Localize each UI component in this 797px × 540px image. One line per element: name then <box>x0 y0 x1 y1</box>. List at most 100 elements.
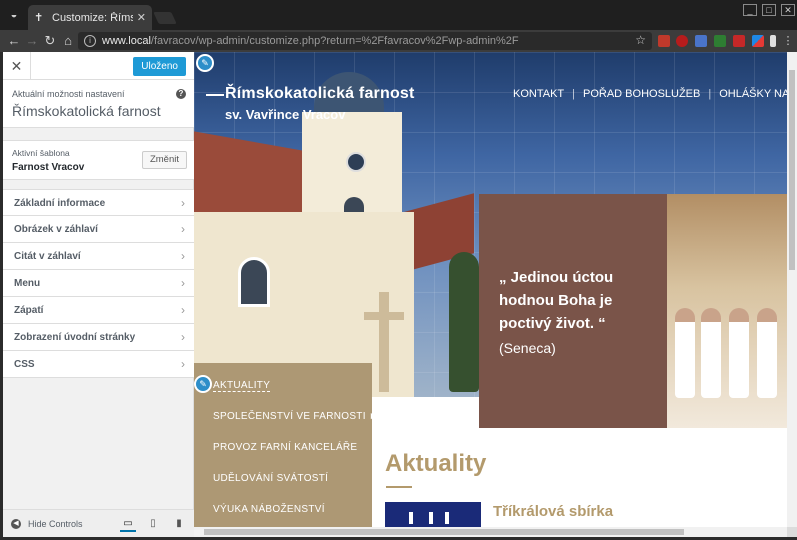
section-label: CSS <box>14 359 35 370</box>
reload-icon[interactable]: ↻ <box>42 33 58 49</box>
nav-item-services[interactable]: POŘAD BOHOSLUŽEB <box>583 88 700 100</box>
nav-separator: | <box>708 88 712 100</box>
sidebar-footer: ◀ Hide Controls ▭ ▯ ▮ <box>3 509 194 537</box>
address-bar[interactable]: i www.local /favracov/wp-admin/customize… <box>78 32 652 50</box>
back-arrow-icon[interactable]: ← <box>6 33 22 49</box>
incognito-icon: ◒ <box>10 9 18 21</box>
info-label: Aktuální možnosti nastavení <box>12 89 125 99</box>
site-title[interactable]: Římskokatolická farnost <box>225 85 415 103</box>
tablet-preview-icon[interactable]: ▯ <box>145 516 161 532</box>
nav-separator: | <box>572 88 575 100</box>
customizer-info: Aktuální možnosti nastavení Římskokatoli… <box>3 80 194 128</box>
cursor-extension-icon[interactable] <box>770 35 776 47</box>
url-host: www.local <box>102 35 151 47</box>
extension-icon[interactable] <box>714 35 726 47</box>
nav-item-announcements[interactable]: OHLÁŠKY NA TÝ <box>719 88 787 100</box>
thumb-figure <box>445 512 449 524</box>
section-menus[interactable]: Menu › <box>3 270 194 297</box>
url-path: /favracov/wp-admin/customize.php?return=… <box>150 35 519 47</box>
customizer-sections: Základní informace › Obrázek v záhlaví › C… <box>3 189 194 378</box>
new-tab-button[interactable] <box>153 12 177 24</box>
bookmark-star-icon[interactable]: ☆ <box>635 33 646 47</box>
horizontal-scrollbar[interactable] <box>194 527 787 537</box>
extension-icon[interactable] <box>752 35 764 47</box>
tab-strip: ◒ ✝ Customize: Římskokatolická farnost ✕… <box>0 0 797 30</box>
cross-image <box>379 292 389 392</box>
menu-item-sacraments[interactable]: UDĚLOVÁNÍ SVÁTOSTÍ <box>194 473 372 504</box>
clock-image <box>346 152 366 172</box>
section-label: Obrázek v záhlaví <box>14 224 98 235</box>
section-label: Základní informace <box>14 198 106 209</box>
chevron-right-icon: › <box>181 222 185 236</box>
quote-author: (Seneca) <box>499 340 556 356</box>
heading-underline <box>386 486 412 488</box>
section-label: Citát v záhlaví <box>14 251 81 262</box>
close-customizer-icon[interactable]: ✕ <box>3 52 31 80</box>
browser-window: ◒ ✝ Customize: Římskokatolická farnost ✕… <box>0 0 797 540</box>
cross-favicon-icon: ✝ <box>34 11 44 24</box>
section-label: Zápatí <box>14 305 44 316</box>
menu-item-news[interactable]: AKTUALITY <box>194 380 372 411</box>
section-css[interactable]: CSS › <box>3 351 194 378</box>
news-item-title[interactable]: Tříkrálová sbírka <box>493 503 613 520</box>
change-theme-button[interactable]: Změnit <box>141 151 187 169</box>
extension-icon[interactable] <box>733 35 745 47</box>
home-icon[interactable]: ⌂ <box>60 33 76 49</box>
close-window-button[interactable]: ✕ <box>781 4 795 16</box>
maximize-button[interactable]: □ <box>762 4 776 16</box>
browser-tab[interactable]: ✝ Customize: Římskokatolická farnost ✕ <box>28 5 152 30</box>
browser-toolbar: ← → ↻ ⌂ i www.local /favracov/wp-admin/c… <box>0 30 797 52</box>
mobile-preview-icon[interactable]: ▮ <box>171 516 187 532</box>
edit-pencil-icon[interactable]: ✎ <box>196 54 214 72</box>
extension-icon[interactable] <box>658 35 670 47</box>
hide-controls-button[interactable]: Hide Controls <box>28 519 83 529</box>
sidebar-header: ✕ Uloženo <box>3 52 194 80</box>
cross-image <box>364 312 404 320</box>
chevron-right-icon: › <box>181 276 185 290</box>
chevron-right-icon: › <box>181 249 185 263</box>
section-basic-info[interactable]: Základní informace › <box>3 189 194 216</box>
desktop-preview-icon[interactable]: ▭ <box>120 516 136 532</box>
menu-item-community[interactable]: SPOLEČENSTVÍ VE FARNOSTI ► <box>194 411 379 442</box>
news-heading: Aktuality <box>385 450 487 477</box>
menu-label: PROVOZ FARNÍ KANCELÁŘE <box>213 442 358 453</box>
info-icon[interactable]: i <box>84 35 96 47</box>
scroll-thumb[interactable] <box>789 70 795 270</box>
chevron-right-icon: › <box>181 330 185 344</box>
ublock-icon[interactable] <box>676 35 688 47</box>
forward-arrow-icon[interactable]: → <box>24 33 40 49</box>
section-header-quote[interactable]: Citát v záhlaví › <box>3 243 194 270</box>
site-preview: ✎ Římskokatolická farnost sv. Vavřince V… <box>194 52 787 527</box>
thumb-figure <box>409 512 413 524</box>
collapse-icon[interactable]: ◀ <box>11 519 21 529</box>
thumb-figure <box>429 512 433 524</box>
minimize-button[interactable]: _ <box>743 4 757 16</box>
quote-box: „ Jedinou úctou hodnou Boha je poctivý ž… <box>479 194 667 428</box>
chevron-right-icon: › <box>181 357 185 371</box>
section-header-image[interactable]: Obrázek v záhlaví › <box>3 216 194 243</box>
section-footer[interactable]: Zápatí › <box>3 297 194 324</box>
section-homepage-settings[interactable]: Zobrazení úvodní stránky › <box>3 324 194 351</box>
translate-icon[interactable] <box>695 35 707 47</box>
church-window <box>238 257 270 307</box>
top-navigation: KONTAKT | POŘAD BOHOSLUŽEB | OHLÁŠKY NA … <box>513 88 787 100</box>
close-tab-icon[interactable]: ✕ <box>137 11 146 24</box>
photo-figure <box>675 308 695 398</box>
nav-item-contact[interactable]: KONTAKT <box>513 88 564 100</box>
edit-pencil-icon[interactable]: ✎ <box>194 375 212 393</box>
menu-dots-icon[interactable]: ⋮ <box>780 33 796 49</box>
save-button[interactable]: Uloženo <box>133 57 186 76</box>
menu-item-religion-classes[interactable]: VÝUKA NÁBOŽENSTVÍ <box>194 504 372 527</box>
scroll-thumb[interactable] <box>204 529 684 535</box>
menu-label: AKTUALITY <box>213 380 271 392</box>
news-thumbnail[interactable] <box>385 502 481 527</box>
tab-title: Customize: Římskokatolická farnost <box>52 11 133 24</box>
menu-item-office[interactable]: PROVOZ FARNÍ KANCELÁŘE <box>194 442 372 473</box>
vertical-scrollbar[interactable] <box>787 52 797 527</box>
menu-label: UDĚLOVÁNÍ SVÁTOSTÍ <box>213 473 329 484</box>
active-theme-panel: Aktivní šablona Farnost Vracov Změnit <box>3 140 194 180</box>
help-icon[interactable]: ? <box>176 89 186 99</box>
menu-label: SPOLEČENSTVÍ VE FARNOSTI ► <box>213 411 380 422</box>
section-label: Menu <box>14 278 41 289</box>
scrollbar-corner <box>787 527 797 537</box>
